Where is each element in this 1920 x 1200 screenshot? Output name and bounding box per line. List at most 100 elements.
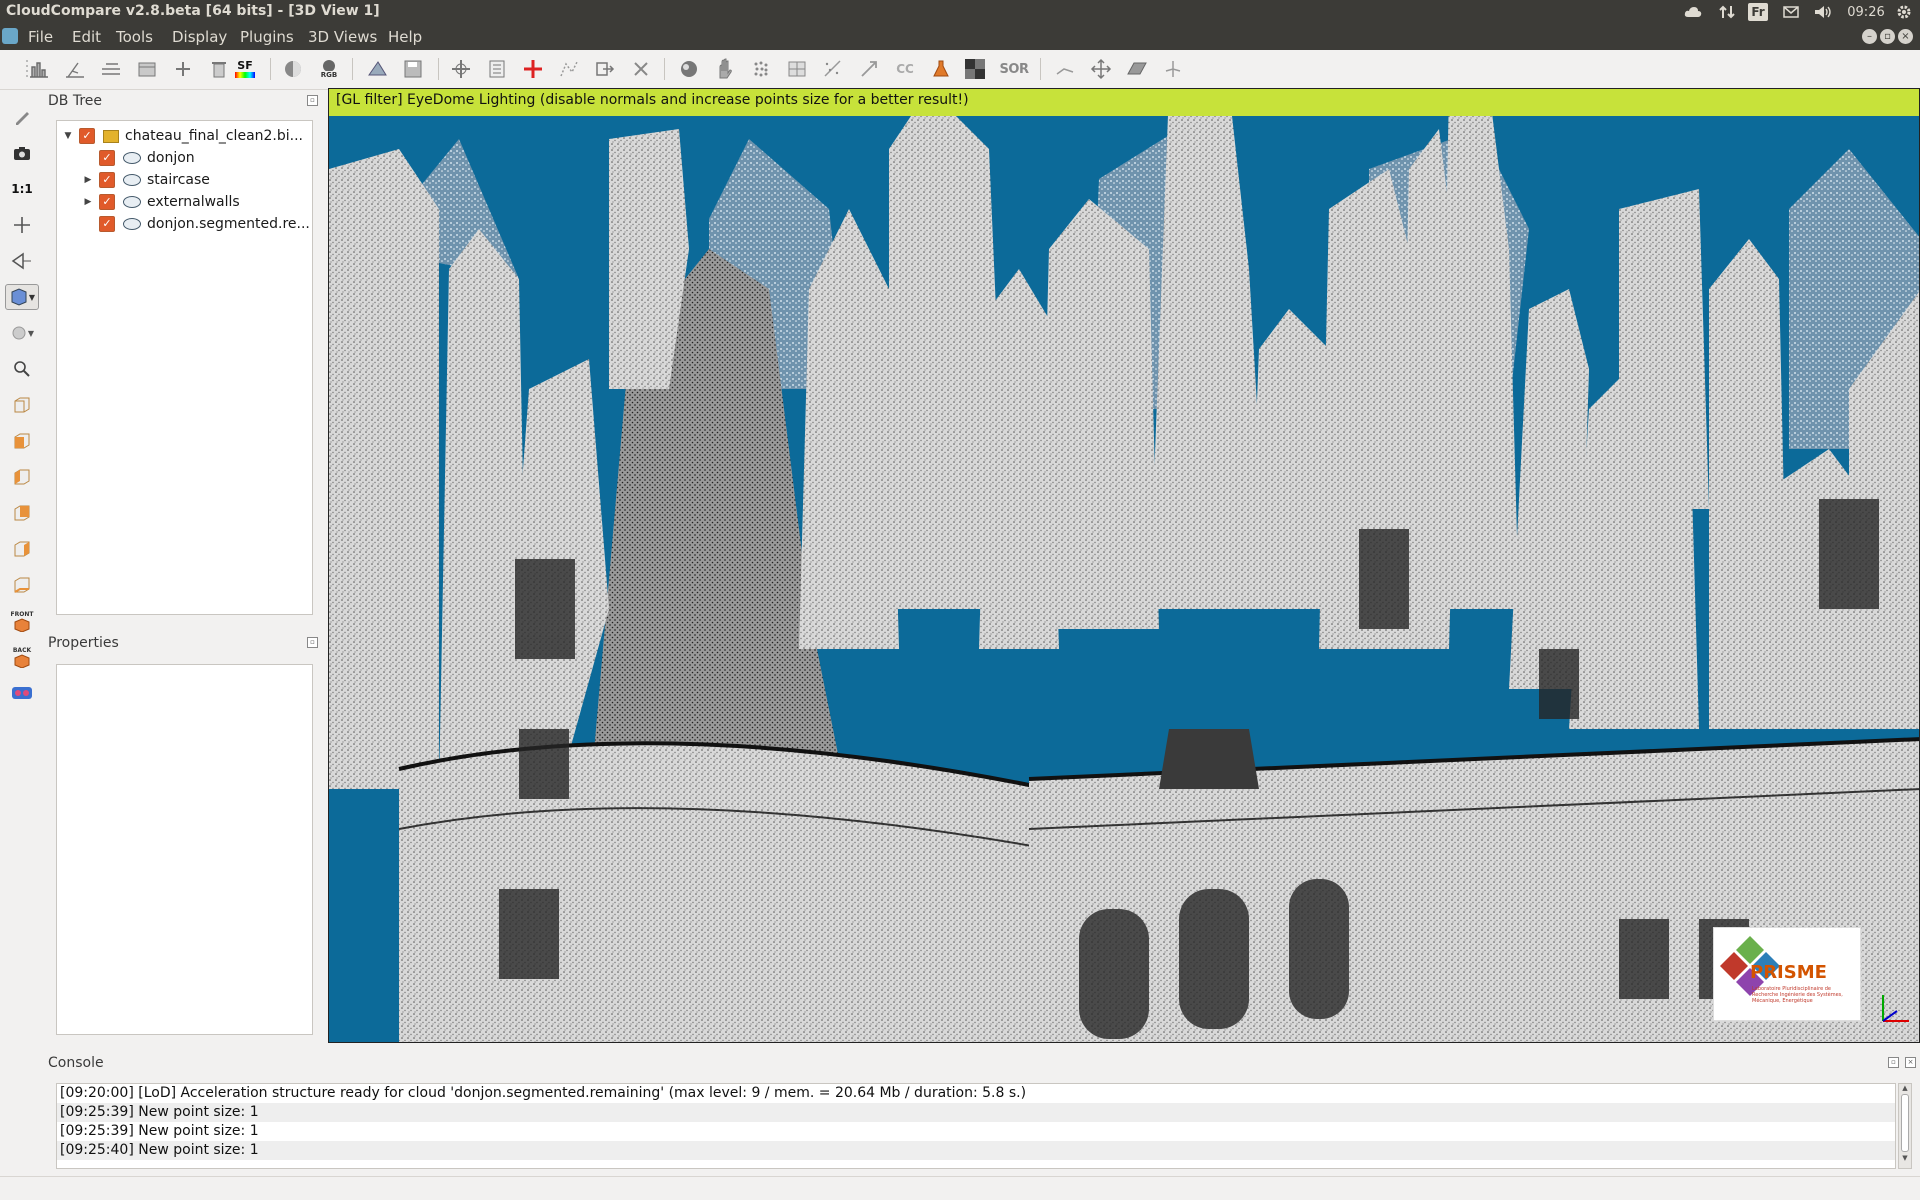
density-icon[interactable] [748,56,774,82]
view-bottom-icon[interactable] [8,572,36,598]
visibility-checkbox[interactable]: ✓ [99,150,115,166]
tree-root-item[interactable]: ▼ ✓ chateau_final_clean2.bi... [63,125,303,147]
view-top-icon[interactable] [8,392,36,418]
noise-filter-icon[interactable] [820,56,846,82]
3d-view[interactable]: [GL filter] EyeDome Lighting (disable no… [328,88,1920,1043]
toolbar-separator [270,58,271,80]
keyboard-layout-indicator[interactable]: Fr [1748,3,1768,21]
cube-view-dropdown[interactable]: ▼ [5,284,39,310]
console-log[interactable]: [09:20:00] [LoD] Acceleration structure … [56,1083,1896,1169]
mail-icon[interactable] [1780,3,1802,21]
expand-arrow-icon[interactable]: ▼ [63,131,73,141]
move-icon[interactable] [1088,56,1114,82]
view-front-icon[interactable] [8,428,36,454]
iso-front-button[interactable]: FRONT [8,608,36,634]
view-left-icon[interactable] [8,464,36,490]
menu-3d-views[interactable]: 3D Views [308,28,377,46]
menu-help[interactable]: Help [388,28,422,46]
hand-icon[interactable] [712,56,738,82]
properties-float-button[interactable]: ▫ [307,637,318,648]
zoom-ratio-button[interactable]: 1:1 [8,176,36,202]
register-icon[interactable] [676,56,702,82]
menu-display[interactable]: Display [172,28,227,46]
export-icon[interactable] [592,56,618,82]
stereo-icon[interactable] [8,680,36,706]
compute-normals-icon[interactable] [62,56,88,82]
pivot-icon[interactable] [8,212,36,238]
console-float-button[interactable]: ▫ [1888,1057,1899,1068]
console-close-button[interactable]: × [1905,1057,1916,1068]
menu-tools[interactable]: Tools [116,28,153,46]
chevron-down-icon[interactable]: ▼ [1899,1154,1911,1162]
light-dropdown[interactable]: ▼ [8,320,36,346]
plane-icon[interactable] [1124,56,1150,82]
checker-icon[interactable] [962,56,988,82]
menu-edit[interactable]: Edit [72,28,101,46]
scalar-field-button[interactable]: SF [232,56,258,82]
sor-label: SOR [999,61,1029,77]
iso-back-button[interactable]: BACK [8,644,36,670]
merge-icon[interactable] [134,56,160,82]
menu-file[interactable]: File [28,28,53,46]
front-label: FRONT [10,610,34,618]
zoom-icon[interactable] [8,356,36,382]
restore-button[interactable]: ▫ [1880,29,1895,44]
delete-icon[interactable] [206,56,232,82]
mesh-icon[interactable] [784,56,810,82]
axis-trihedron-icon [1882,995,1909,1022]
pencil-icon[interactable] [8,104,36,130]
console-title: Console [48,1055,104,1071]
perspective-icon[interactable] [8,248,36,274]
gear-icon[interactable] [1894,3,1914,21]
cc-button[interactable]: CC [892,56,918,82]
tree-item-label: externalwalls [147,194,240,210]
close-button[interactable]: × [1898,29,1913,44]
cloud-icon[interactable] [1682,3,1704,21]
camera-icon[interactable] [8,140,36,166]
scrollbar-thumb[interactable] [1901,1094,1909,1152]
visibility-checkbox[interactable]: ✓ [99,172,115,188]
chevron-up-icon[interactable]: ▲ [1899,1084,1911,1092]
expand-arrow-icon[interactable]: ▶ [83,197,93,207]
cross-icon[interactable] [628,56,654,82]
view-back-icon[interactable] [8,500,36,526]
view-right-icon[interactable] [8,536,36,562]
sor-filter-button[interactable]: SOR [998,56,1030,82]
rgb-button[interactable]: RGB [316,56,342,82]
sf-label: SF [237,59,253,72]
clock[interactable]: 09:26 [1846,3,1886,21]
segment-icon[interactable] [556,56,582,82]
potion-icon[interactable] [928,56,954,82]
db-tree-float-button[interactable]: ▫ [307,95,318,106]
clipping-box-icon[interactable] [280,56,306,82]
network-arrows-icon[interactable] [1716,3,1738,21]
point-picking-icon[interactable] [520,56,546,82]
tree-item-externalwalls[interactable]: ▶ ✓ externalwalls [83,191,240,213]
section-icon[interactable] [364,56,390,82]
compass-icon[interactable] [1160,56,1186,82]
tree-item-label: donjon.segmented.re... [147,216,310,232]
volume-icon[interactable] [1810,3,1836,21]
visibility-checkbox[interactable]: ✓ [99,194,115,210]
distance-icon[interactable] [856,56,882,82]
add-icon[interactable] [170,56,196,82]
tree-item-label: staircase [147,172,210,188]
translate-rotate-icon[interactable] [448,56,474,82]
tree-item-donjon-segmented[interactable]: ✓ donjon.segmented.re... [83,213,310,235]
toolbar-separator [352,58,353,80]
visibility-checkbox[interactable]: ✓ [99,216,115,232]
visibility-checkbox[interactable]: ✓ [79,128,95,144]
back-label: BACK [12,646,32,654]
menu-plugins[interactable]: Plugins [240,28,294,46]
tree-item-donjon[interactable]: ✓ donjon [83,147,195,169]
tree-item-label: donjon [147,150,195,166]
minimize-button[interactable]: – [1862,29,1877,44]
sample-points-icon[interactable] [98,56,124,82]
console-scrollbar[interactable]: ▲ ▼ [1898,1083,1912,1169]
vertical-profile-icon[interactable] [1052,56,1078,82]
tree-item-staircase[interactable]: ▶ ✓ staircase [83,169,210,191]
list-icon[interactable] [484,56,510,82]
expand-arrow-icon[interactable]: ▶ [83,175,93,185]
histogram-icon[interactable] [26,56,52,82]
save-icon[interactable] [400,56,426,82]
